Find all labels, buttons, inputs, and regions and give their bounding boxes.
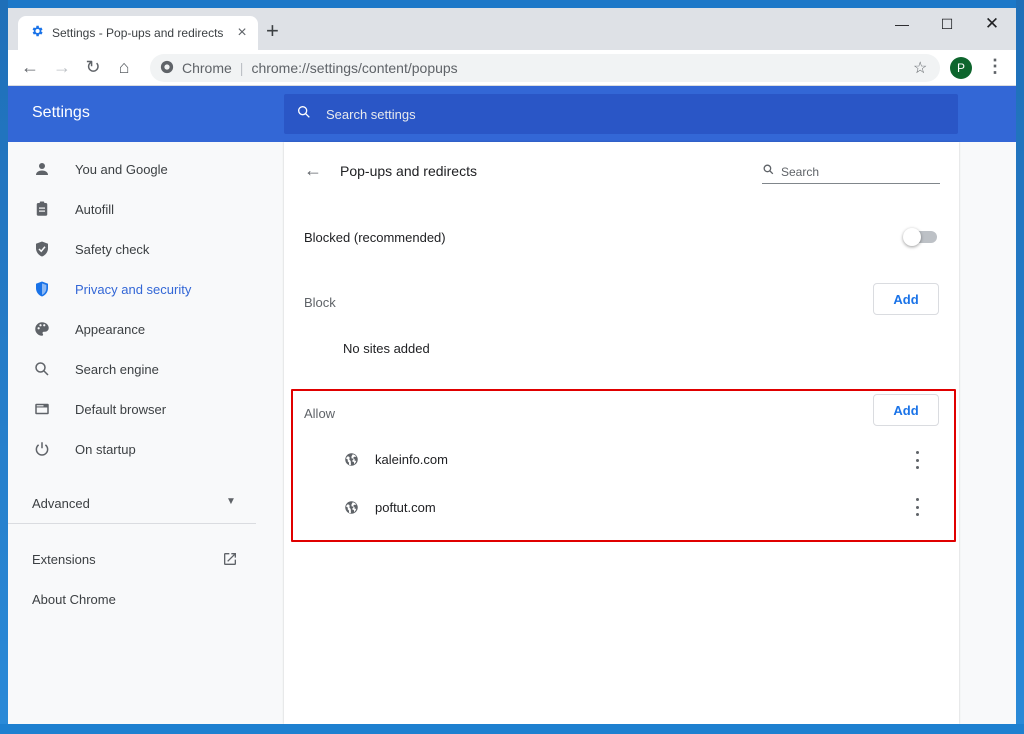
browser-menu-icon[interactable]: ⋮ <box>986 56 1004 77</box>
omnibox-separator: | <box>239 60 244 76</box>
settings-title: Settings <box>32 104 90 121</box>
sidebar-item-you-and-google[interactable]: You and Google <box>8 149 264 189</box>
browser-icon <box>32 399 52 419</box>
tab-close-icon[interactable]: × <box>234 24 250 42</box>
minimize-icon[interactable]: — <box>888 16 916 32</box>
browser-window: Settings - Pop-ups and redirects × + — ☐… <box>8 8 1016 724</box>
sidebar-item-privacy-and-security[interactable]: Privacy and security <box>8 269 264 309</box>
page-title: Pop-ups and redirects <box>340 163 477 179</box>
clipboard-icon <box>32 199 52 219</box>
allow-section-highlight <box>291 389 956 542</box>
bookmark-star-icon[interactable]: ☆ <box>913 58 927 78</box>
block-empty-text: No sites added <box>343 341 430 356</box>
open-in-new-icon <box>222 551 238 570</box>
maximize-icon[interactable]: ☐ <box>933 16 961 33</box>
sidebar-advanced[interactable]: Advanced ▼ <box>32 496 236 511</box>
desktop-edge-left <box>0 0 8 734</box>
sidebar-item-label: Search engine <box>75 361 159 377</box>
sidebar-item-label: Appearance <box>75 321 146 337</box>
sidebar-divider <box>8 523 256 524</box>
close-window-icon[interactable]: ✕ <box>978 14 1006 34</box>
sidebar-about-chrome[interactable]: About Chrome <box>32 592 116 607</box>
omnibox[interactable]: Chrome | chrome://settings/content/popup… <box>150 54 940 82</box>
tab-title: Settings - Pop-ups and redirects <box>52 26 224 40</box>
sidebar-item-label: Autofill <box>75 201 115 217</box>
desktop-edge-right <box>1016 0 1024 734</box>
blocked-label: Blocked (recommended) <box>304 230 446 245</box>
back-arrow-icon[interactable]: ← <box>304 161 322 179</box>
sidebar-item-label: On startup <box>75 441 136 457</box>
site-search-input[interactable] <box>781 164 931 179</box>
block-add-button[interactable]: Add <box>873 283 939 315</box>
settings-gear-icon <box>30 24 44 43</box>
browser-tab[interactable]: Settings - Pop-ups and redirects × <box>18 16 258 50</box>
settings-header: Settings <box>8 86 1016 142</box>
sidebar-item-appearance[interactable]: Appearance <box>8 309 264 349</box>
settings-sidebar: You and Google Autofill Safety check Pri… <box>8 142 284 724</box>
sidebar-extensions-label: Extensions <box>32 552 96 567</box>
sidebar-extensions[interactable]: Extensions <box>32 552 240 567</box>
sidebar-item-label: Safety check <box>75 241 150 257</box>
sidebar-item-autofill[interactable]: Autofill <box>8 189 264 229</box>
shield-icon <box>32 279 52 299</box>
person-icon <box>32 159 52 179</box>
power-icon <box>32 439 52 459</box>
sidebar-item-label: Privacy and security <box>75 281 192 297</box>
search-icon <box>762 163 775 181</box>
desktop-edge-bottom <box>0 724 1024 734</box>
chrome-logo-icon <box>160 60 174 77</box>
toggle-knob <box>903 228 921 246</box>
reload-icon[interactable]: ↻ <box>81 57 105 77</box>
sidebar-item-label: You and Google <box>75 161 168 177</box>
back-icon[interactable]: ← <box>18 57 42 77</box>
sidebar-advanced-label: Advanced <box>32 496 90 511</box>
sidebar-item-safety-check[interactable]: Safety check <box>8 229 264 269</box>
blocked-toggle[interactable] <box>903 228 937 246</box>
chevron-down-icon: ▼ <box>226 496 236 507</box>
browser-toolbar: ← → ↻ ⌂ Chrome | chrome://settings/conte… <box>8 50 1016 86</box>
settings-search-input[interactable] <box>326 106 926 122</box>
sidebar-item-search-engine[interactable]: Search engine <box>8 349 264 389</box>
sidebar-item-on-startup[interactable]: On startup <box>8 429 264 469</box>
search-icon <box>296 104 312 125</box>
profile-avatar[interactable]: P <box>950 57 972 79</box>
forward-icon[interactable]: → <box>50 57 74 77</box>
title-bar: Settings - Pop-ups and redirects × + — ☐… <box>8 8 1016 50</box>
omnibox-chrome-label: Chrome <box>182 60 232 76</box>
palette-icon <box>32 319 52 339</box>
shield-check-icon <box>32 239 52 259</box>
home-icon[interactable]: ⌂ <box>112 57 136 77</box>
block-section-title: Block <box>304 295 336 310</box>
new-tab-icon[interactable]: + <box>266 20 279 42</box>
search-icon <box>32 359 52 379</box>
settings-search-bar[interactable] <box>284 94 958 134</box>
omnibox-url: chrome://settings/content/popups <box>251 60 458 76</box>
sidebar-item-default-browser[interactable]: Default browser <box>8 389 264 429</box>
site-search[interactable] <box>762 160 940 184</box>
sidebar-item-label: Default browser <box>75 401 167 417</box>
